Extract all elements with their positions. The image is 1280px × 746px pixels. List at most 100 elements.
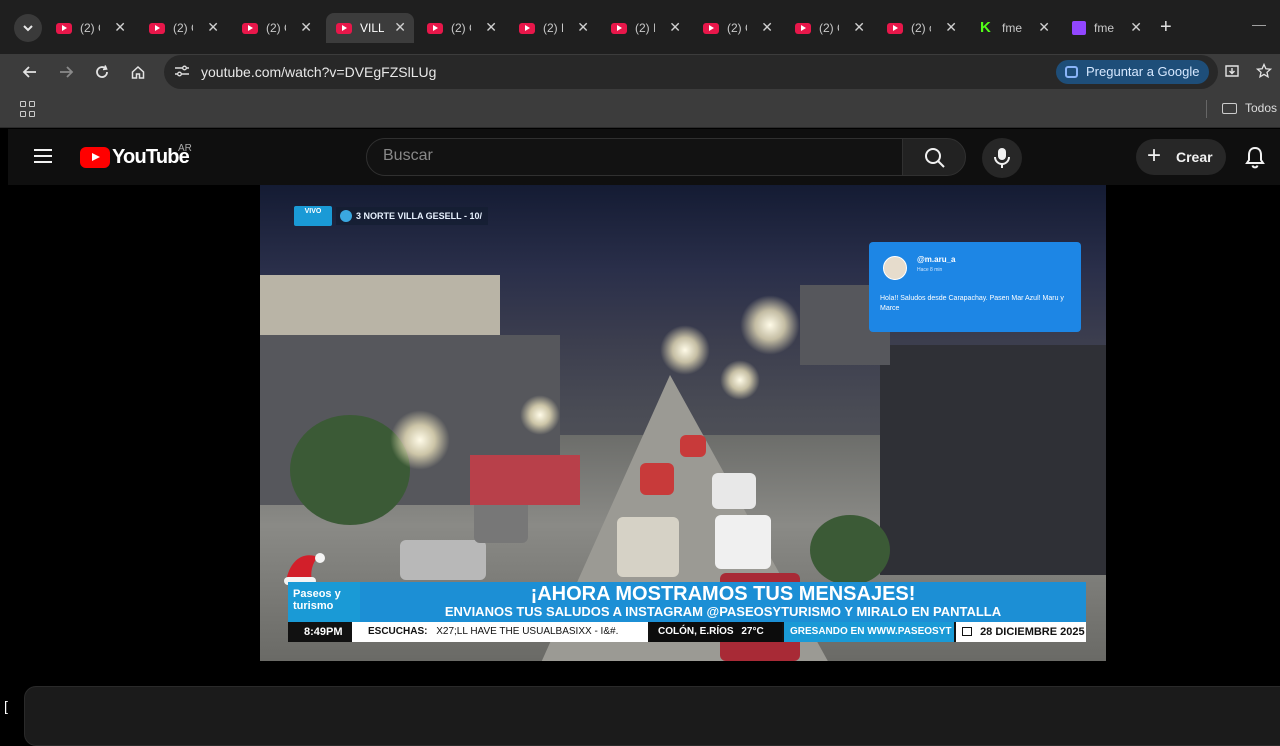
url-text[interactable]: youtube.com/watch?v=DVEgFZSlLUg [201,64,436,80]
instagram-message-card: @m.aru_a Hace 8 min Hola!! Saludos desde… [869,242,1081,332]
close-tab-icon[interactable]: ✕ [114,19,126,36]
search-button[interactable] [902,138,966,176]
plus-icon: + [1147,142,1162,169]
forward-button[interactable] [54,60,78,84]
browser-toolbar: youtube.com/watch?v=DVEgFZSlLUg Pregunta… [0,54,1280,90]
tab-title: (2) C [173,21,193,35]
close-tab-icon[interactable]: ✕ [485,19,497,36]
video-player[interactable]: VIVO 3 NORTE VILLA GESELL - 10/ @m.aru_a… [260,185,1106,661]
microphone-icon [994,148,1010,168]
tab-title: (2) C [451,21,471,35]
tab-title: fme [1094,21,1114,35]
page-edge-bracket: [ [4,698,8,714]
close-tab-icon[interactable]: ✕ [1038,19,1050,36]
video-scene-car [715,515,771,569]
address-bar[interactable]: youtube.com/watch?v=DVEgFZSlLUg Pregunta… [164,55,1273,89]
youtube-icon [336,22,352,34]
home-button[interactable] [126,60,150,84]
tab-title: (2) C [80,21,100,35]
browser-tab[interactable]: fme ✕ [1062,13,1150,43]
browser-tab[interactable]: (2) C ✕ [232,13,320,43]
youtube-icon [242,22,258,34]
ticker-date: 28 DICIEMBRE 2025 [956,622,1086,642]
youtube-logo[interactable]: YouTube [80,146,190,169]
youtube-icon [703,22,719,34]
region-code: AR [178,143,192,154]
video-scene-car [640,463,674,495]
search-icon [925,148,945,168]
browser-tab-active[interactable]: VILL ✕ [326,13,414,43]
banner-headline: ¡AHORA MOSTRAMOS TUS MENSAJES! [530,583,916,605]
browser-tab[interactable]: (2) C ✕ [417,13,505,43]
reload-button[interactable] [90,60,114,84]
youtube-icon [519,22,535,34]
browser-tab[interactable]: (2) C ✕ [139,13,227,43]
close-tab-icon[interactable]: ✕ [945,19,957,36]
close-tab-icon[interactable]: ✕ [761,19,773,36]
close-tab-icon[interactable]: ✕ [669,19,681,36]
back-button[interactable] [18,60,42,84]
video-scene-lamp [740,295,800,355]
close-tab-icon[interactable]: ✕ [207,19,219,36]
ticker-weather-temp: 27°C [741,626,764,637]
notifications-bell-icon[interactable] [1244,145,1266,174]
video-scene-car [474,499,528,543]
close-tab-icon[interactable]: ✕ [577,19,589,36]
close-tab-icon[interactable]: ✕ [853,19,865,36]
all-bookmarks-folder[interactable]: Todos [1222,101,1277,115]
browser-tab[interactable]: (2) C ✕ [785,13,873,43]
video-scene-car [712,473,756,509]
site-settings-icon[interactable] [172,61,192,81]
video-scene-terrace [470,455,580,505]
browser-tab[interactable]: (2) c ✕ [877,13,965,43]
ticker-song-prefix: ESCUCHAS: [368,626,428,637]
minimize-icon[interactable]: — [1252,16,1266,32]
search-box [366,138,904,176]
kick-icon: K [980,19,991,36]
reload-icon [96,65,108,78]
santa-hat-icon [284,553,325,585]
tab-title: VILL [360,21,384,35]
tab-search-button[interactable] [14,14,42,42]
ticker-song: X27;LL HAVE THE USUALBASIXX - I&#. [436,626,619,637]
live-badge: VIVO [294,206,332,226]
hamburger-menu-icon[interactable] [34,149,52,163]
browser-tab[interactable]: (2) C ✕ [46,13,134,43]
video-scene-car [680,435,706,457]
youtube-icon [427,22,443,34]
home-icon [131,65,145,79]
voice-search-button[interactable] [982,138,1022,178]
create-button[interactable]: + Crear [1136,139,1226,175]
close-tab-icon[interactable]: ✕ [394,19,406,36]
apps-grid-icon[interactable] [20,101,36,117]
tab-title: (2) I [635,21,655,35]
bookmark-star-icon[interactable] [1255,62,1273,84]
browser-tab[interactable]: (2) C ✕ [693,13,781,43]
ask-google-button[interactable]: Preguntar a Google [1056,60,1210,84]
close-tab-icon[interactable]: ✕ [300,19,312,36]
video-scene-lamp [520,395,560,435]
location-chip: 3 NORTE VILLA GESELL - 10/ [336,207,489,225]
youtube-icon [149,22,165,34]
video-scene-lamp [720,360,760,400]
chevron-down-icon [23,25,33,32]
browser-window: (2) C ✕ (2) C ✕ (2) C ✕ VILL ✕ (2) C ✕ (… [0,0,1280,746]
avatar [883,256,907,280]
video-scene-tree [810,515,890,585]
new-tab-button[interactable]: + [1160,16,1172,38]
arrow-left-icon [22,66,36,78]
message-time: Hace 8 min [917,267,943,273]
video-scene-car [617,517,679,577]
youtube-play-icon [80,147,110,168]
banner-subheadline: ENVIANOS TUS SALUDOS A INSTAGRAM @PASEOS… [444,604,1002,619]
tab-title: (2) C [266,21,286,35]
browser-tab[interactable]: (2) I ✕ [601,13,689,43]
browser-tab[interactable]: (2) E ✕ [509,13,597,43]
messages-banner: ¡AHORA MOSTRAMOS TUS MENSAJES! ENVIANOS … [360,582,1086,622]
message-username: @m.aru_a [917,255,956,264]
install-app-icon[interactable] [1224,63,1240,84]
lens-icon [1065,66,1078,78]
search-input[interactable] [383,147,883,165]
browser-tab[interactable]: K fme ✕ [970,13,1058,43]
close-tab-icon[interactable]: ✕ [1130,19,1142,36]
